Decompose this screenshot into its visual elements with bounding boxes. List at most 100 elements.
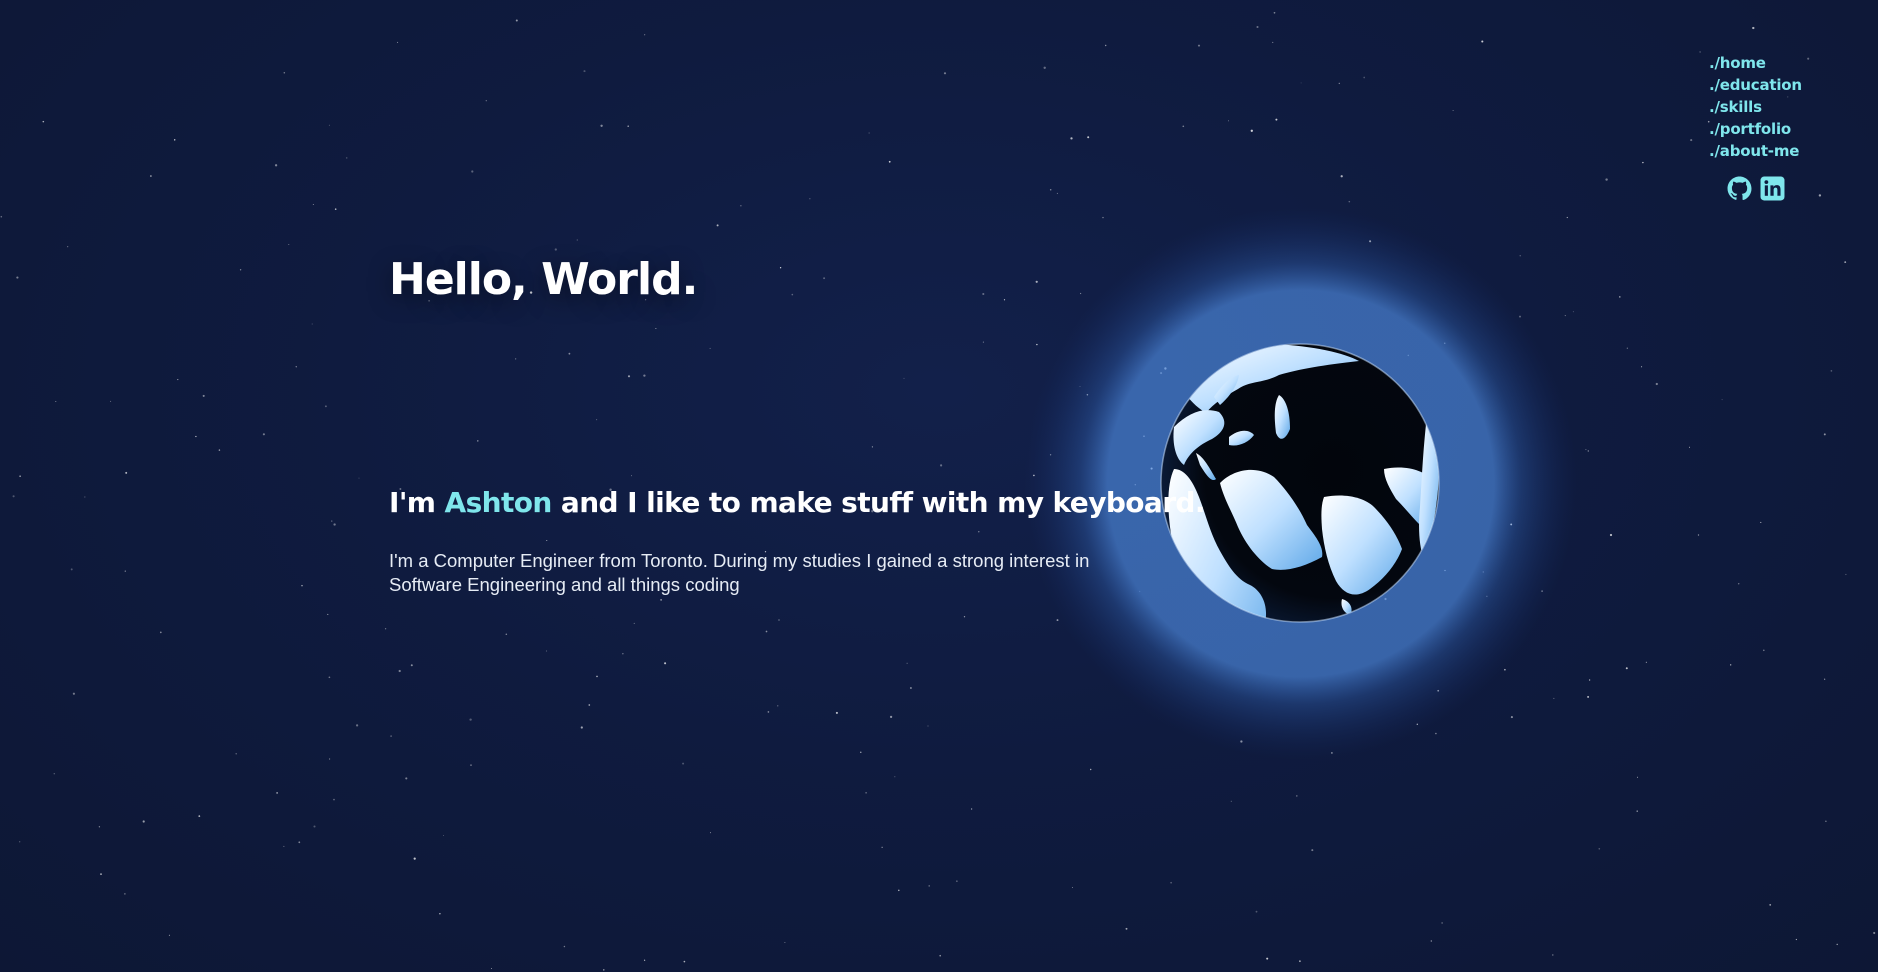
star xyxy=(1636,810,1638,812)
star xyxy=(683,960,686,963)
star xyxy=(596,675,598,678)
star xyxy=(515,19,518,22)
star xyxy=(1087,136,1090,139)
star xyxy=(439,913,441,915)
star xyxy=(1441,922,1443,924)
star xyxy=(588,704,591,706)
star xyxy=(239,269,242,271)
star xyxy=(970,808,973,810)
nav-link-about-me[interactable]: ./about-me xyxy=(1709,140,1839,162)
nav-link-education[interactable]: ./education xyxy=(1709,74,1839,96)
star xyxy=(477,440,479,442)
star xyxy=(1197,44,1201,47)
star xyxy=(568,352,571,355)
nav-link-portfolio[interactable]: ./portfolio xyxy=(1709,118,1839,140)
star xyxy=(1823,433,1826,436)
star xyxy=(906,662,908,664)
star xyxy=(903,377,905,379)
star xyxy=(1070,137,1073,140)
star xyxy=(1363,76,1366,79)
star xyxy=(546,540,548,541)
star xyxy=(603,969,605,971)
star xyxy=(1056,192,1058,194)
star xyxy=(515,358,517,360)
star xyxy=(1256,25,1259,29)
star xyxy=(159,631,162,634)
star xyxy=(313,825,316,828)
star xyxy=(777,705,779,707)
nav-link-skills[interactable]: ./skills xyxy=(1709,96,1839,118)
star xyxy=(871,446,874,448)
star xyxy=(889,715,893,719)
star xyxy=(384,628,387,630)
star xyxy=(1071,887,1073,888)
star xyxy=(124,893,126,895)
intro-name: Ashton xyxy=(444,486,553,519)
star xyxy=(276,792,278,794)
star xyxy=(19,841,21,843)
star xyxy=(1836,943,1838,946)
nav-link-home[interactable]: ./home xyxy=(1709,52,1839,74)
star xyxy=(358,477,360,479)
star xyxy=(405,777,408,780)
star xyxy=(397,41,399,43)
star xyxy=(627,125,629,127)
main-nav: ./home ./education ./skills ./portfolio … xyxy=(1709,52,1839,162)
star xyxy=(471,170,474,173)
star xyxy=(655,328,657,330)
star xyxy=(98,826,101,828)
star xyxy=(413,857,416,860)
github-link[interactable] xyxy=(1727,176,1752,201)
star xyxy=(779,267,782,269)
star xyxy=(860,751,862,753)
linkedin-icon xyxy=(1760,176,1785,201)
star xyxy=(1255,910,1258,913)
star xyxy=(1730,664,1732,666)
star xyxy=(53,772,56,775)
star xyxy=(1585,449,1587,451)
star xyxy=(1587,695,1590,698)
star xyxy=(865,791,867,794)
star xyxy=(1844,261,1847,263)
star xyxy=(1769,904,1772,906)
star xyxy=(963,616,966,618)
star xyxy=(1690,139,1693,142)
star xyxy=(168,934,170,936)
star xyxy=(333,523,336,526)
star xyxy=(202,394,205,397)
star xyxy=(778,619,780,621)
star xyxy=(298,841,301,844)
star xyxy=(1845,573,1847,576)
star xyxy=(622,653,624,655)
star xyxy=(1340,175,1343,178)
star xyxy=(767,711,770,713)
star xyxy=(72,692,75,695)
page-title: Hello, World. xyxy=(389,254,698,305)
star xyxy=(195,435,197,438)
star xyxy=(809,198,811,200)
star xyxy=(1609,533,1613,537)
star xyxy=(1043,66,1046,69)
star xyxy=(660,599,662,601)
star xyxy=(1697,534,1700,536)
linkedin-link[interactable] xyxy=(1760,176,1785,201)
star xyxy=(1182,125,1185,128)
star xyxy=(1452,109,1454,112)
star xyxy=(1481,40,1484,43)
star xyxy=(784,942,786,943)
star xyxy=(1824,678,1826,680)
star xyxy=(1273,11,1276,14)
star xyxy=(1272,41,1274,43)
intro-suffix: and I like to make stuff with my keyboar… xyxy=(551,486,1206,519)
star xyxy=(324,405,327,408)
star xyxy=(142,820,145,823)
star xyxy=(177,379,179,381)
star xyxy=(791,293,794,296)
star xyxy=(978,531,980,533)
star xyxy=(410,664,413,667)
star xyxy=(443,834,444,836)
star xyxy=(301,584,303,587)
star xyxy=(1348,200,1351,203)
star xyxy=(545,650,548,652)
star xyxy=(84,496,86,498)
